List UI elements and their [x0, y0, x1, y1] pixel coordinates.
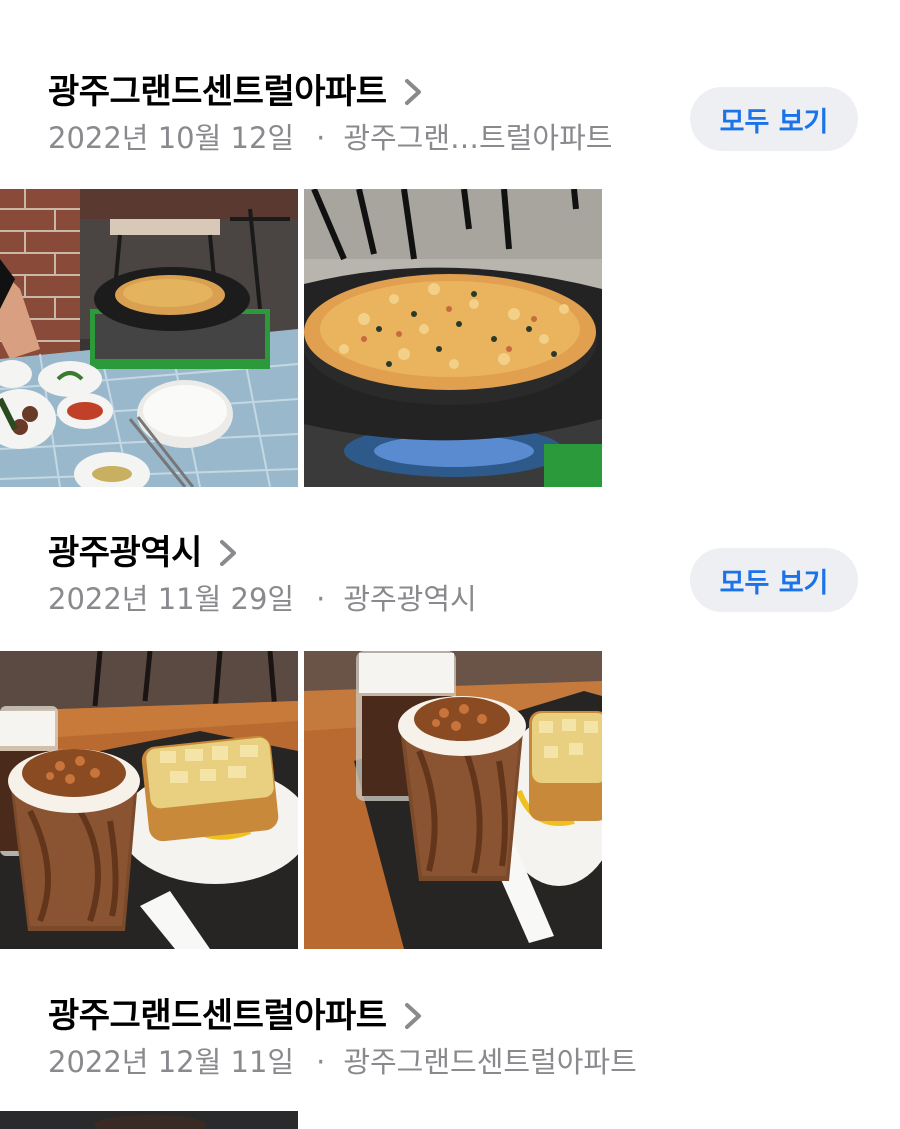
separator-dot: ·: [316, 121, 326, 155]
chevron-right-icon: [404, 79, 421, 105]
see-all-button[interactable]: 모두 보기: [690, 548, 858, 612]
photo-thumbnail[interactable]: [0, 651, 298, 949]
section-title: 광주그랜드센트럴아파트: [48, 72, 387, 112]
section-title: 광주그랜드센트럴아파트: [48, 996, 387, 1036]
photo-row: [0, 651, 602, 949]
photo-thumbnail[interactable]: [304, 651, 602, 949]
photo-row: [0, 1111, 298, 1129]
section-subtitle: 2022년 10월 12일 · 광주그랜…트럴아파트: [48, 118, 612, 158]
section-subtitle: 2022년 12월 11일 · 광주그랜드센트럴아파트: [48, 1042, 637, 1082]
see-all-button[interactable]: 모두 보기: [690, 87, 858, 151]
section-header-link[interactable]: 광주그랜드센트럴아파트: [48, 70, 425, 114]
section-date: 2022년 12월 11일: [48, 1045, 295, 1079]
photo-thumbnail[interactable]: [0, 1111, 298, 1129]
section-location: 광주광역시: [343, 582, 477, 616]
section-title: 광주광역시: [48, 533, 202, 573]
section-header-link[interactable]: 광주그랜드센트럴아파트: [48, 994, 425, 1038]
photo-row: [0, 189, 602, 487]
separator-dot: ·: [316, 582, 326, 616]
photo-thumbnail[interactable]: [0, 189, 298, 487]
chevron-right-icon: [219, 540, 236, 566]
section-date: 2022년 11월 29일: [48, 582, 295, 616]
separator-dot: ·: [316, 1045, 326, 1079]
photo-thumbnail[interactable]: [304, 189, 602, 487]
section-header-link[interactable]: 광주광역시: [48, 531, 240, 575]
chevron-right-icon: [404, 1003, 421, 1029]
section-location: 광주그랜…트럴아파트: [343, 121, 613, 155]
section-date: 2022년 10월 12일: [48, 121, 295, 155]
section-location: 광주그랜드센트럴아파트: [343, 1045, 637, 1079]
section-subtitle: 2022년 11월 29일 · 광주광역시: [48, 579, 477, 619]
